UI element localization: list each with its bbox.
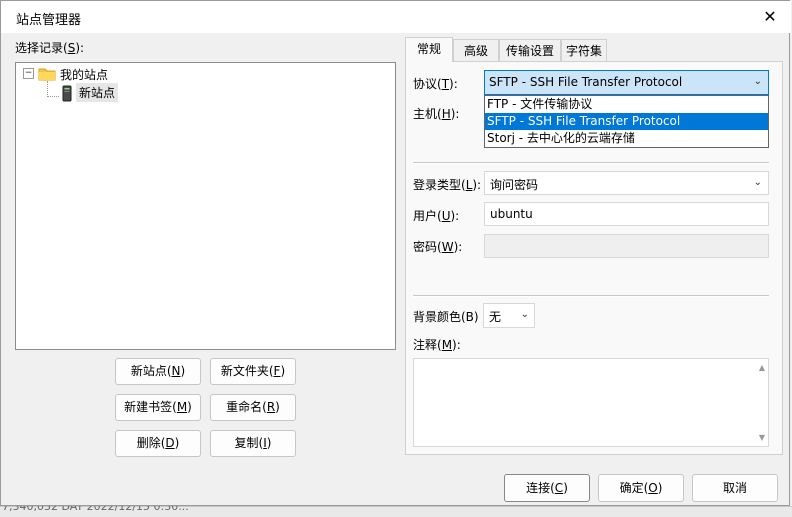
scroll-up-icon[interactable]: ▲ — [759, 363, 765, 372]
protocol-label: 协议(T): — [413, 77, 458, 91]
protocol-select[interactable]: SFTP - SSH File Transfer Protocol ⌄ — [484, 70, 769, 95]
select-entry-label: 选择记录(S): — [15, 41, 85, 55]
comments-textarea[interactable]: ▲ ▼ — [413, 358, 769, 447]
tree-line — [47, 81, 48, 97]
new-folder-button[interactable]: 新文件夹(F) — [210, 358, 296, 385]
background-color-select[interactable]: 无 ⌄ — [483, 303, 535, 328]
protocol-dropdown-list: FTP - 文件传输协议 SFTP - SSH File Transfer Pr… — [484, 95, 769, 148]
delete-button[interactable]: 删除(D) — [115, 430, 201, 457]
tree-item-new-site[interactable]: 新站点 — [76, 83, 119, 102]
folder-icon — [38, 67, 56, 81]
background-color-value: 无 — [489, 310, 502, 324]
site-tree[interactable]: − 我的站点 新站点 — [15, 62, 396, 350]
chevron-down-icon: ⌄ — [520, 309, 529, 320]
close-button[interactable]: ✕ — [757, 5, 783, 29]
tab-advanced[interactable]: 高级 — [453, 39, 499, 61]
site-manager-dialog: 站点管理器 ✕ 选择记录(S): − 我的站点 新站点 新站点(N) 新文件夹(… — [0, 0, 791, 506]
protocol-select-value: SFTP - SSH File Transfer Protocol — [489, 75, 683, 89]
logon-type-value: 询问密码 — [490, 178, 539, 192]
ok-button[interactable]: 确定(O) — [598, 474, 684, 502]
tree-folder-my-sites[interactable]: 我的站点 — [60, 66, 108, 83]
logon-type-label: 登录类型(L): — [413, 178, 482, 192]
title-bar: 站点管理器 ✕ — [1, 1, 791, 33]
dialog-title: 站点管理器 — [16, 13, 82, 28]
chevron-down-icon: ⌄ — [753, 76, 762, 87]
collapse-icon[interactable]: − — [23, 68, 34, 79]
user-input[interactable]: ubuntu — [484, 202, 769, 226]
protocol-option-storj[interactable]: Storj - 去中心化的云端存储 — [485, 130, 768, 147]
tree-line — [47, 96, 59, 97]
scroll-down-icon[interactable]: ▼ — [759, 433, 765, 442]
tab-transfer-settings[interactable]: 传输设置 — [499, 39, 561, 61]
copy-button[interactable]: 复制(I) — [210, 430, 296, 457]
logon-type-select[interactable]: 询问密码 ⌄ — [484, 171, 769, 195]
protocol-option-sftp[interactable]: SFTP - SSH File Transfer Protocol — [485, 113, 768, 130]
chevron-down-icon: ⌄ — [753, 177, 762, 188]
comments-label: 注释(M): — [413, 338, 461, 352]
new-bookmark-button[interactable]: 新建书签(M) — [115, 394, 201, 421]
cancel-button[interactable]: 取消 — [692, 474, 778, 502]
password-input[interactable] — [484, 234, 769, 258]
rename-button[interactable]: 重命名(R) — [210, 394, 296, 421]
user-label: 用户(U): — [413, 209, 460, 223]
user-input-value: ubuntu — [490, 207, 533, 221]
tab-general[interactable]: 常规 — [405, 37, 453, 62]
separator — [413, 295, 769, 297]
separator — [413, 162, 769, 164]
host-label: 主机(H): — [413, 107, 460, 121]
new-site-button[interactable]: 新站点(N) — [115, 358, 201, 385]
password-label: 密码(W): — [413, 240, 463, 254]
tab-charset[interactable]: 字符集 — [561, 39, 607, 61]
connect-button[interactable]: 连接(C) — [504, 474, 590, 502]
protocol-option-ftp[interactable]: FTP - 文件传输协议 — [485, 96, 768, 113]
background-color-label: 背景颜色(B) — [413, 310, 479, 324]
server-icon — [61, 85, 73, 102]
